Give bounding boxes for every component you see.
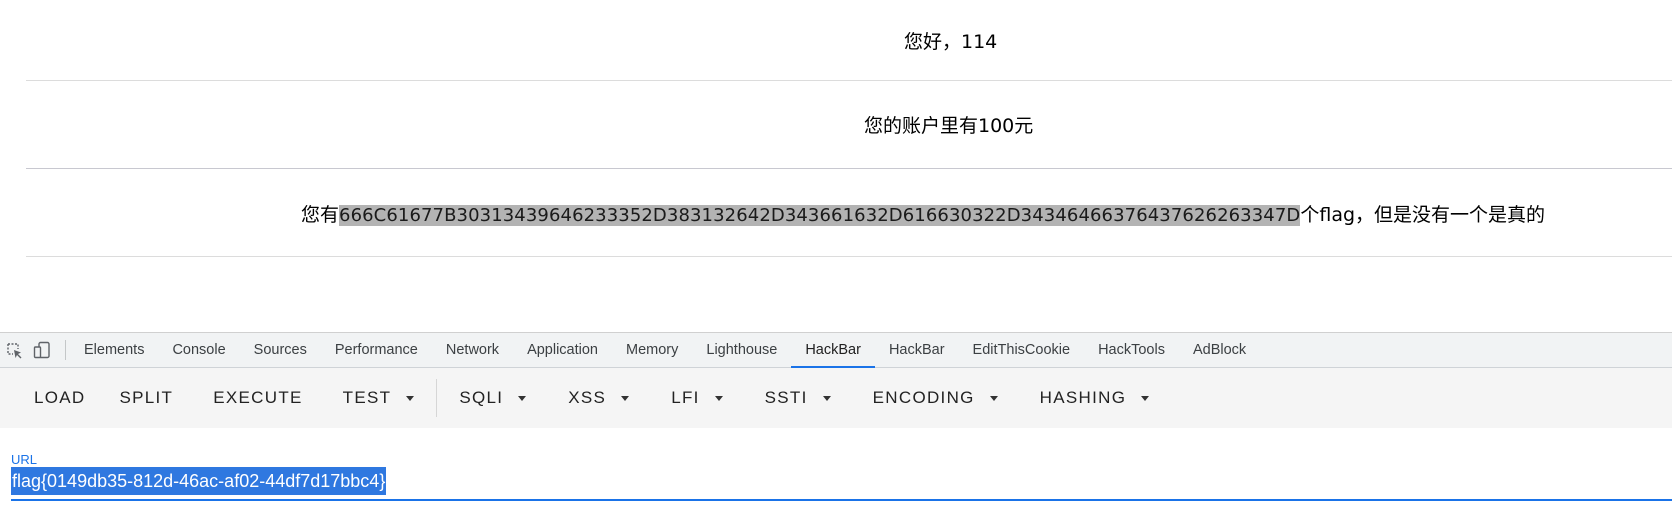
tab-network[interactable]: Network [432,333,513,367]
hackbar-toolbar: LOAD SPLIT EXECUTE TEST SQLI XSS LFI SST… [0,368,1672,428]
split-button[interactable]: SPLIT [103,376,191,420]
url-label: URL [11,452,38,467]
devtools-panel: Elements Console Sources Performance Net… [0,332,1672,520]
encoding-dropdown-label: ENCODING [872,388,975,407]
tabbar-divider [65,340,66,360]
flag-suffix: 个flag，但是没有一个是真的 [1300,204,1546,226]
chevron-down-icon [621,395,630,401]
sqli-dropdown[interactable]: SQLI [439,376,551,420]
tab-hackbar-2[interactable]: HackBar [875,333,959,367]
tab-hacktools[interactable]: HackTools [1084,333,1179,367]
url-input[interactable]: flag{0149db35-812d-46ac-af02-44df7d17bbc… [11,467,387,495]
browser-page: 您好，114 您的账户里有100元 您有666C61677B3031343964… [0,0,1672,520]
device-toggle-icon[interactable] [33,341,51,359]
inspect-icon[interactable] [5,341,23,359]
page-content: 您好，114 您的账户里有100元 您有666C61677B3031343964… [0,0,1672,332]
balance-row: 您的账户里有100元 [26,80,1672,169]
flag-hex-selected[interactable]: 666C61677B30313439646233352D383132642D34… [339,205,1301,226]
hashing-dropdown-label: HASHING [1039,388,1127,407]
balance-text: 您的账户里有100元 [864,115,1034,137]
split-button-label: SPLIT [119,388,174,407]
flag-prefix: 您有 [301,204,340,226]
chevron-down-icon [1141,395,1150,401]
test-dropdown-label: TEST [342,388,392,407]
chevron-down-icon [518,395,527,401]
ssti-dropdown[interactable]: SSTI [748,376,856,420]
greeting-row: 您好，114 [26,0,1672,81]
tab-elements[interactable]: Elements [70,333,158,367]
tab-memory[interactable]: Memory [612,333,692,367]
tab-performance[interactable]: Performance [321,333,432,367]
test-dropdown[interactable]: TEST [326,376,435,420]
tab-lighthouse[interactable]: Lighthouse [692,333,791,367]
greeting-text: 您好，114 [904,31,998,53]
execute-button-label: EXECUTE [213,388,303,407]
lfi-dropdown-label: LFI [671,388,700,407]
tab-adblock[interactable]: AdBlock [1179,333,1260,367]
hashing-dropdown[interactable]: HASHING [1023,376,1167,420]
load-button-label: LOAD [34,388,86,407]
ssti-dropdown-label: SSTI [764,388,808,407]
url-area: URL flag{0149db35-812d-46ac-af02-44df7d1… [0,429,1672,520]
load-button[interactable]: LOAD [17,376,103,420]
encoding-dropdown[interactable]: ENCODING [856,376,1023,420]
flag-row: 您有666C61677B30313439646233352D383132642D… [26,168,1672,257]
chevron-down-icon [714,395,723,401]
toolbar-divider [436,379,438,417]
tab-console[interactable]: Console [158,333,239,367]
tab-sources[interactable]: Sources [240,333,321,367]
devtools-tabbar: Elements Console Sources Performance Net… [0,333,1672,368]
xss-dropdown[interactable]: XSS [551,376,654,420]
chevron-down-icon [989,395,998,401]
execute-button[interactable]: EXECUTE [190,376,325,420]
lfi-dropdown[interactable]: LFI [654,376,747,420]
sqli-dropdown-label: SQLI [459,388,504,407]
flag-text: 您有666C61677B30313439646233352D383132642D… [301,200,1545,227]
xss-dropdown-label: XSS [568,388,607,407]
chevron-down-icon [406,395,415,401]
tab-application[interactable]: Application [513,333,612,367]
tab-editthiscookie[interactable]: EditThisCookie [959,333,1085,367]
chevron-down-icon [822,395,831,401]
tab-hackbar-active[interactable]: HackBar [791,333,875,368]
